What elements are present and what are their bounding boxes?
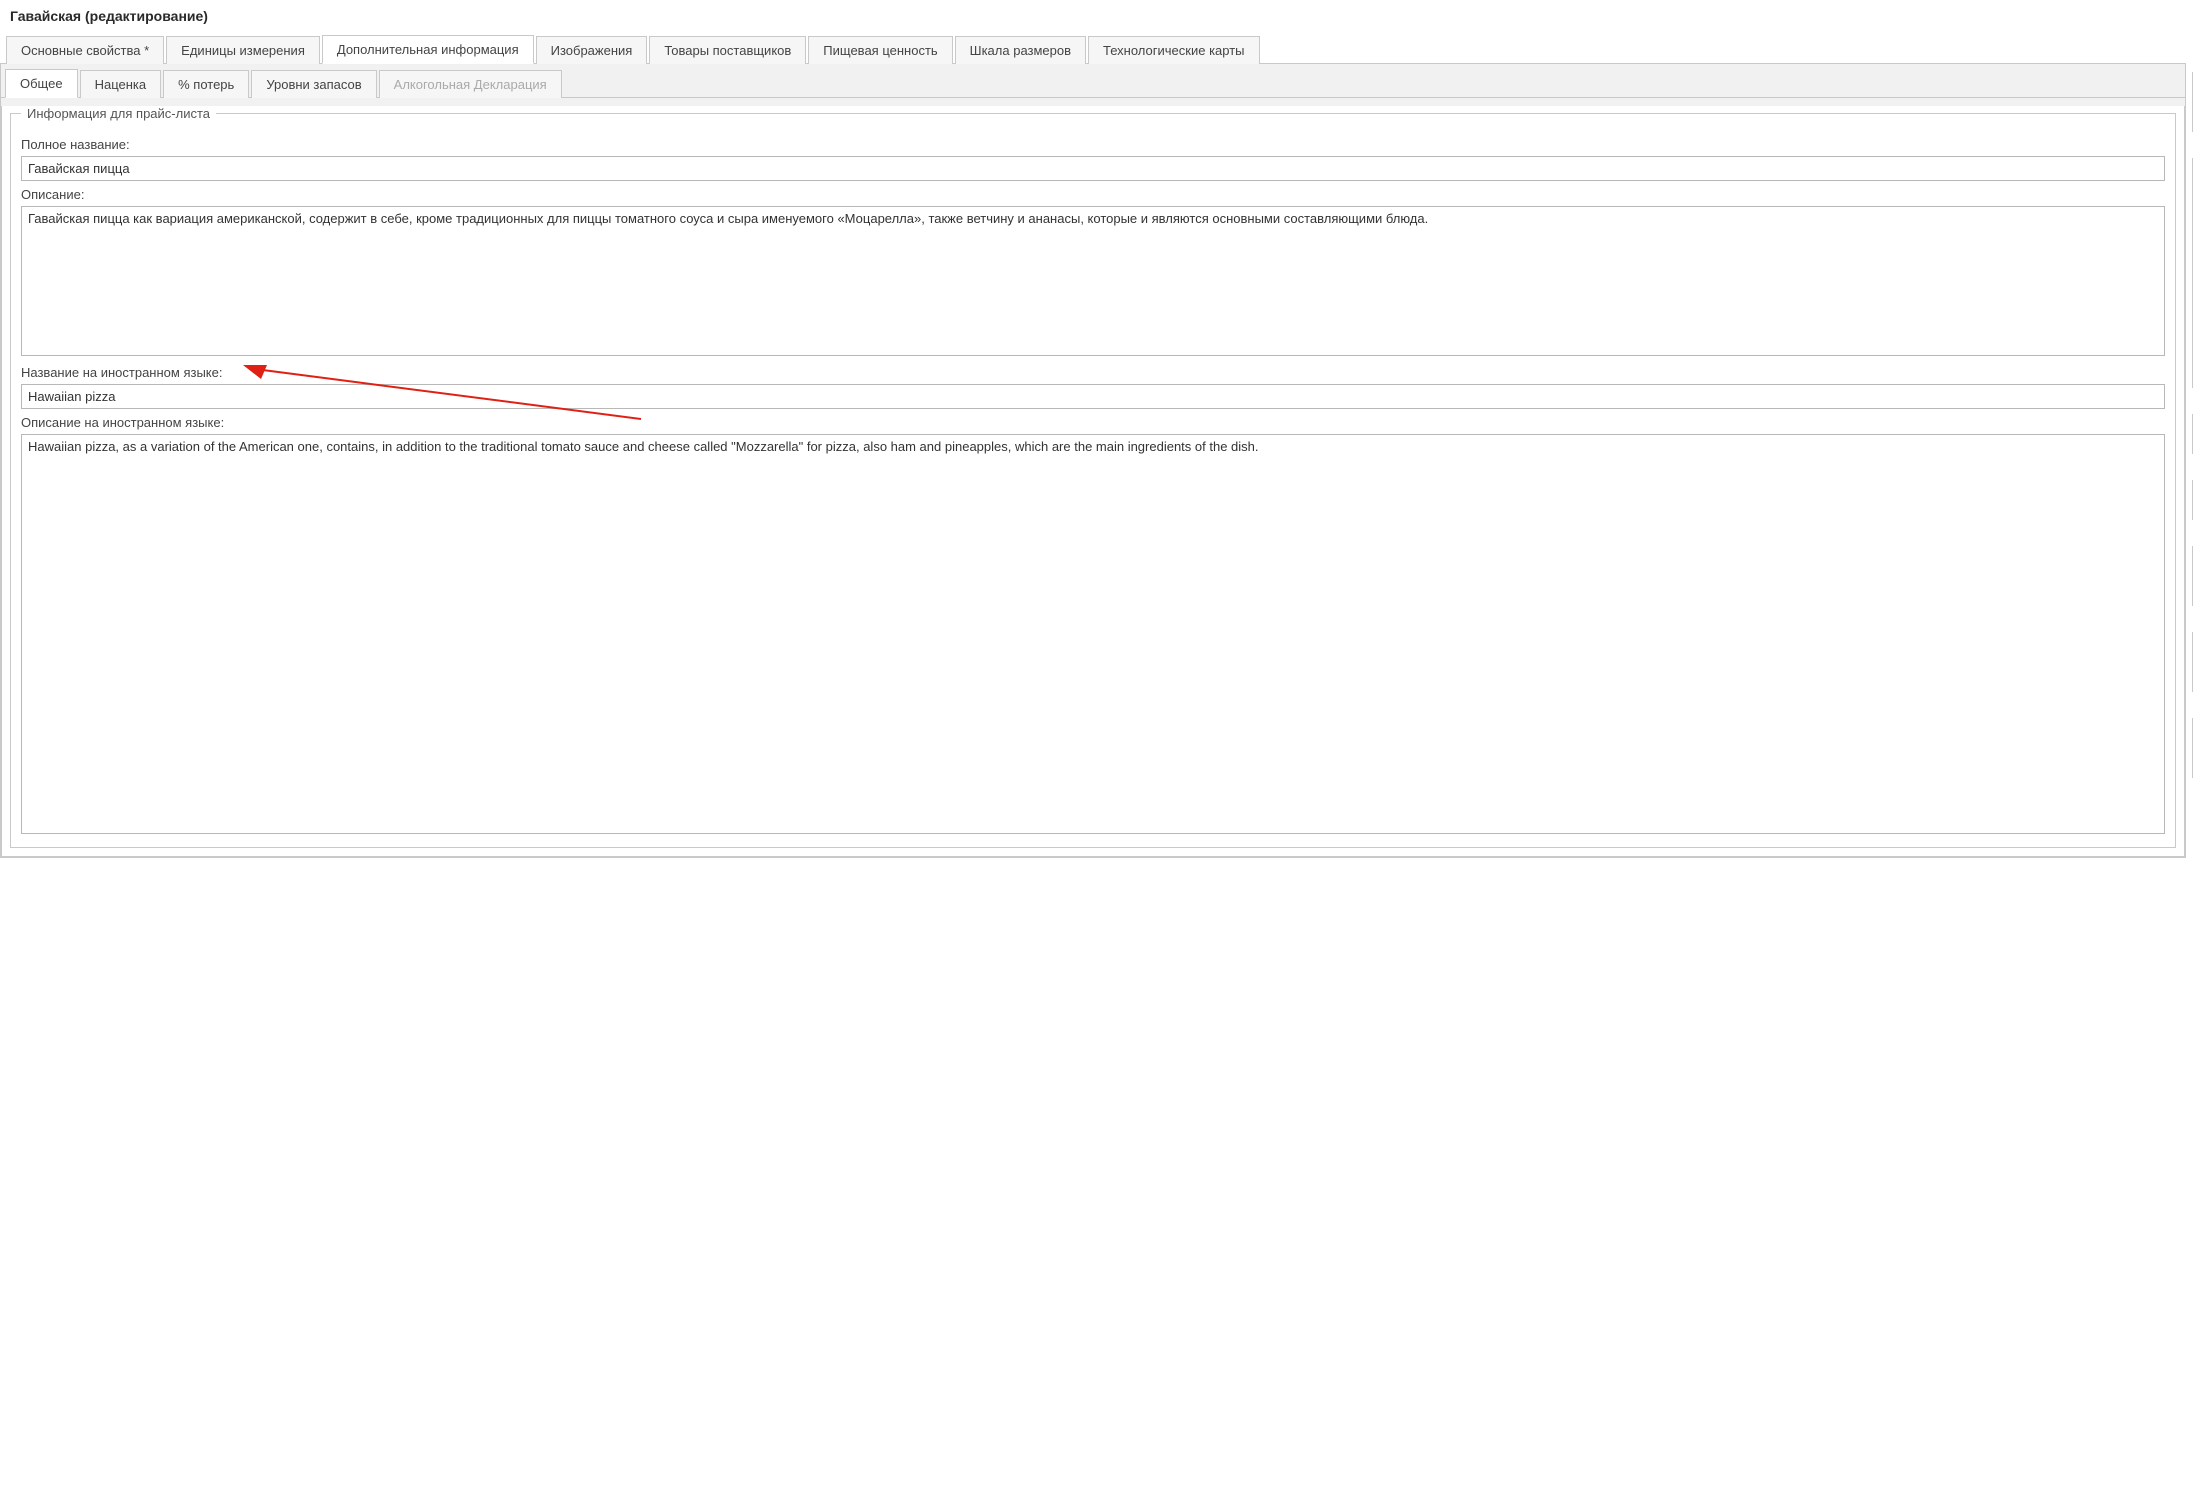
tab-alcohol-declaration: Алкогольная Декларация [379, 70, 562, 98]
tab-general[interactable]: Общее [5, 69, 78, 98]
full-name-label: Полное название: [21, 137, 2165, 152]
description-textarea[interactable] [21, 206, 2165, 356]
right-stub [2192, 718, 2206, 778]
tab-main-properties[interactable]: Основные свойства * [6, 36, 164, 64]
tab-nutrition[interactable]: Пищевая ценность [808, 36, 952, 64]
foreign-description-label: Описание на иностранном языке: [21, 415, 2165, 430]
full-name-input[interactable] [21, 156, 2165, 181]
right-stub [2192, 632, 2206, 692]
pricelist-info-fieldset: Информация для прайс-листа Полное назван… [10, 106, 2176, 848]
tab-loss-percent[interactable]: % потерь [163, 70, 249, 98]
main-tabs: Основные свойства * Единицы измерения До… [0, 34, 2186, 64]
window-title: Гавайская (редактирование) [0, 0, 2206, 34]
tab-markup[interactable]: Наценка [80, 70, 162, 98]
tab-stock-levels[interactable]: Уровни запасов [251, 70, 376, 98]
right-stub [2192, 546, 2206, 606]
fieldset-legend: Информация для прайс-листа [21, 106, 216, 121]
tab-tech-cards[interactable]: Технологические карты [1088, 36, 1259, 64]
right-stub [2192, 72, 2206, 132]
foreign-name-label: Название на иностранном языке: [21, 365, 2165, 380]
sub-tabs: Общее Наценка % потерь Уровни запасов Ал… [1, 68, 2185, 98]
right-stub [2192, 480, 2206, 520]
tab-size-scale[interactable]: Шкала размеров [955, 36, 1086, 64]
tab-supplier-goods[interactable]: Товары поставщиков [649, 36, 806, 64]
tab-units[interactable]: Единицы измерения [166, 36, 320, 64]
right-panel-edge [2192, 34, 2206, 858]
foreign-description-textarea[interactable] [21, 434, 2165, 834]
right-stub [2192, 158, 2206, 388]
foreign-name-input[interactable] [21, 384, 2165, 409]
description-label: Описание: [21, 187, 2165, 202]
tab-images[interactable]: Изображения [536, 36, 648, 64]
right-stub [2192, 414, 2206, 454]
tab-additional-info[interactable]: Дополнительная информация [322, 35, 534, 64]
